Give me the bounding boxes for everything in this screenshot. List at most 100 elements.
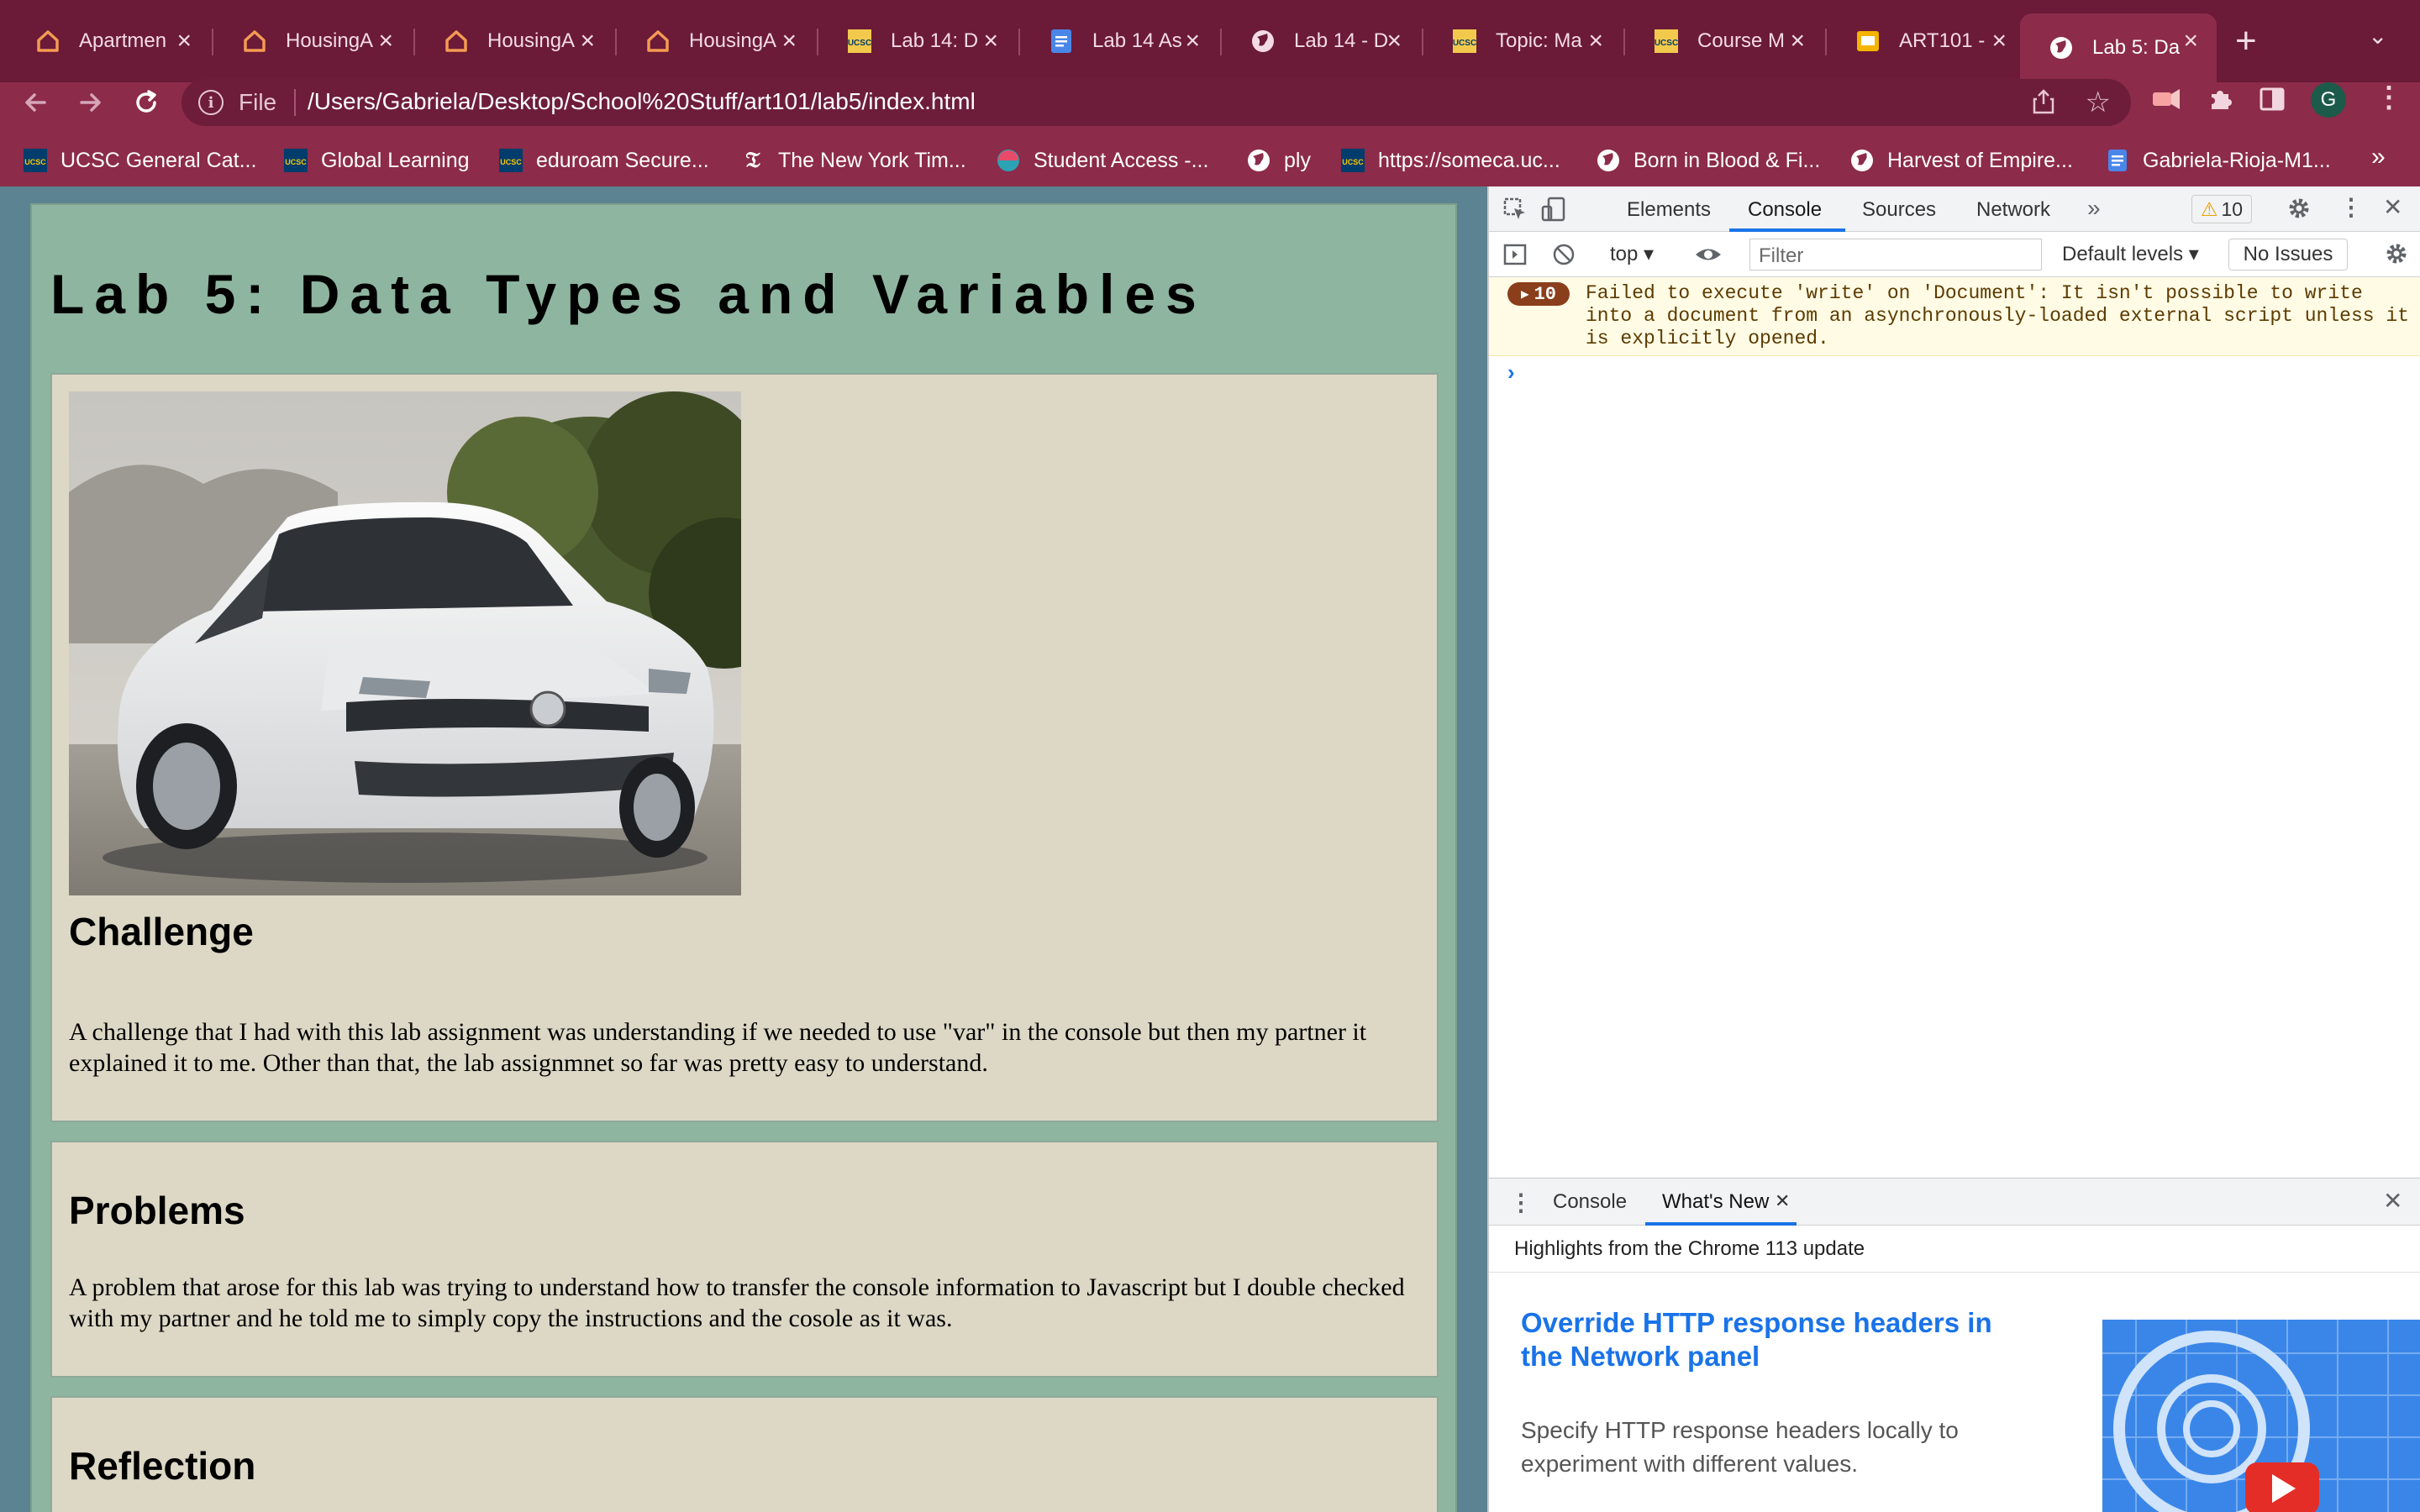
console-filter-input[interactable]: Filter <box>1749 239 2042 270</box>
url-text[interactable]: /Users/Gabriela/Desktop/School%20Stuff/a… <box>308 88 976 115</box>
close-icon[interactable]: × <box>1790 28 1805 55</box>
back-button[interactable] <box>10 76 60 129</box>
close-icon[interactable]: × <box>2183 28 2198 55</box>
tab-art101[interactable]: ART101 - × <box>1827 13 2025 69</box>
more-tabs-chevron-icon[interactable]: » <box>2087 195 2101 222</box>
tab-housing-3[interactable]: HousingA × <box>617 13 815 69</box>
devtools-menu-icon[interactable]: ⋮ <box>2339 193 2363 221</box>
close-icon[interactable]: × <box>781 28 797 55</box>
bookmark-label: Global Learning <box>321 148 470 172</box>
tab-course[interactable]: UCSC Course M × <box>1625 13 1823 69</box>
svg-text:UCSC: UCSC <box>1342 158 1364 166</box>
bookmark-star-icon[interactable]: ☆ <box>2086 86 2111 119</box>
live-expression-eye-icon[interactable] <box>1694 242 1723 273</box>
bookmark-ucsc-general[interactable]: UCSC UCSC General Cat... <box>24 144 256 177</box>
sidebar-toggle-icon[interactable] <box>1502 242 1528 273</box>
close-icon[interactable]: × <box>1991 28 2007 55</box>
bookmark-born-in-blood[interactable]: Born in Blood & Fi... <box>1597 144 1820 177</box>
ucsc-icon: UCSC <box>847 29 872 54</box>
close-tab-icon[interactable]: ✕ <box>1775 1190 1790 1212</box>
bookmark-label: UCSC General Cat... <box>60 148 257 172</box>
tab-lab5[interactable]: Lab 5: Da × <box>2020 13 2217 82</box>
close-icon[interactable]: × <box>580 28 595 55</box>
bookmark-label: Student Access -... <box>1034 148 1209 172</box>
bookmark-ply[interactable]: ply <box>1247 144 1311 177</box>
tab-search-chevron-icon[interactable]: ⌄ <box>2368 22 2387 50</box>
tab-console[interactable]: Console <box>1748 198 1822 222</box>
close-icon[interactable]: × <box>176 28 192 55</box>
inspect-element-icon[interactable] <box>1502 197 1528 228</box>
feature-video-thumbnail[interactable] <box>2102 1320 2420 1512</box>
student-access-icon <box>997 149 1020 172</box>
tab-topic[interactable]: UCSC Topic: Ma × <box>1423 13 1622 69</box>
warnings-badge[interactable]: ⚠ 10 <box>2191 195 2252 223</box>
info-icon[interactable]: i <box>198 90 224 115</box>
log-levels-dropdown[interactable]: Default levels ▾ <box>2062 242 2199 266</box>
page-title: Lab 5: Data Types and Variables <box>50 263 1207 325</box>
tab-housing-1[interactable]: HousingA × <box>213 13 412 69</box>
close-icon[interactable]: × <box>1185 28 1200 55</box>
warning-icon: ⚠ <box>2200 197 2218 220</box>
extension-icon[interactable] <box>2151 86 2181 120</box>
bookmark-nyt[interactable]: 𝔗 The New York Tim... <box>741 144 965 177</box>
home-icon <box>444 29 469 54</box>
console-toolbar: top ▾ Filter Default levels ▾ No Issues <box>1489 232 2420 277</box>
drawer-menu-icon[interactable]: ⋮ <box>1509 1189 1533 1216</box>
tab-label: Course M <box>1697 29 1786 52</box>
address-bar[interactable]: i File /Users/Gabriela/Desktop/School%20… <box>182 79 2131 126</box>
close-icon[interactable]: × <box>1588 28 1603 55</box>
problems-text: A problem that arose for this lab was tr… <box>69 1273 1405 1332</box>
svg-text:UCSC: UCSC <box>24 158 46 166</box>
clear-console-icon[interactable] <box>1551 242 1576 273</box>
issues-button[interactable]: No Issues <box>2228 239 2348 270</box>
console-message-row[interactable]: ▶ 10 Failed to execute 'write' on 'Docume… <box>1489 277 2420 356</box>
close-drawer-icon[interactable]: ✕ <box>2383 1187 2402 1215</box>
docs-icon <box>2106 149 2129 172</box>
close-devtools-icon[interactable]: ✕ <box>2383 193 2402 221</box>
tab-elements[interactable]: Elements <box>1627 198 1711 222</box>
share-icon[interactable] <box>2032 89 2055 120</box>
forward-button[interactable] <box>66 76 116 129</box>
ucsc-icon: UCSC <box>284 149 308 172</box>
device-toolbar-icon[interactable] <box>1541 197 1566 228</box>
globe-icon <box>1597 149 1620 172</box>
context-selector[interactable]: top ▾ <box>1610 242 1654 266</box>
whats-new-heading: Highlights from the Chrome 113 update <box>1489 1226 2420 1273</box>
reload-button[interactable] <box>121 76 171 129</box>
svg-text:UCSC: UCSC <box>285 158 307 166</box>
bookmark-harvest-of-empire[interactable]: Harvest of Empire... <box>1850 144 2073 177</box>
tab-lab14-d[interactable]: UCSC Lab 14: D × <box>818 13 1017 69</box>
bookmark-someca[interactable]: UCSC https://someca.uc... <box>1341 144 1560 177</box>
bookmark-label: ply <box>1284 148 1311 172</box>
tab-network[interactable]: Network <box>1976 198 2050 222</box>
reflection-heading: Reflection <box>69 1444 256 1488</box>
browser-menu-icon[interactable]: ⋮ <box>2375 81 2403 114</box>
feature-title-link[interactable]: Override HTTP response headers in the Ne… <box>1521 1306 2025 1373</box>
drawer-tab-whats-new[interactable]: What's New <box>1662 1190 1769 1214</box>
new-tab-button[interactable]: + <box>2235 18 2257 64</box>
settings-gear-icon[interactable] <box>2286 195 2312 228</box>
side-panel-icon[interactable] <box>2259 86 2286 120</box>
close-icon[interactable]: × <box>1386 28 1402 55</box>
bookmark-eduroam[interactable]: UCSC eduroam Secure... <box>499 144 709 177</box>
bookmarks-overflow-chevron-icon[interactable]: » <box>2371 143 2386 171</box>
tab-lab14-as[interactable]: Lab 14 As × <box>1020 13 1218 69</box>
bookmark-student-access[interactable]: Student Access -... <box>997 144 1208 177</box>
close-icon[interactable]: × <box>378 28 393 55</box>
tab-apartments[interactable]: Apartmen × <box>7 13 210 69</box>
console-prompt-icon[interactable]: › <box>1507 360 1515 386</box>
tab-lab14-dash[interactable]: Lab 14 - D × <box>1222 13 1420 69</box>
drawer-tabbar: ⋮ Console What's New ✕ ✕ <box>1489 1179 2420 1226</box>
tab-label: HousingA <box>286 29 374 52</box>
close-icon[interactable]: × <box>983 28 998 55</box>
ucsc-icon: UCSC <box>24 149 47 172</box>
console-settings-gear-icon[interactable] <box>2383 240 2410 273</box>
tab-housing-2[interactable]: HousingA × <box>415 13 613 69</box>
tab-sources[interactable]: Sources <box>1862 198 1936 222</box>
drawer-tab-console[interactable]: Console <box>1553 1190 1627 1214</box>
bookmark-global-learning[interactable]: UCSC Global Learning <box>284 144 470 177</box>
reflection-card: Reflection <box>50 1396 1439 1512</box>
profile-avatar[interactable]: G <box>2311 82 2346 118</box>
bookmark-gabriela-doc[interactable]: Gabriela-Rioja-M1... <box>2106 144 2331 177</box>
extensions-puzzle-icon[interactable] <box>2207 86 2233 120</box>
